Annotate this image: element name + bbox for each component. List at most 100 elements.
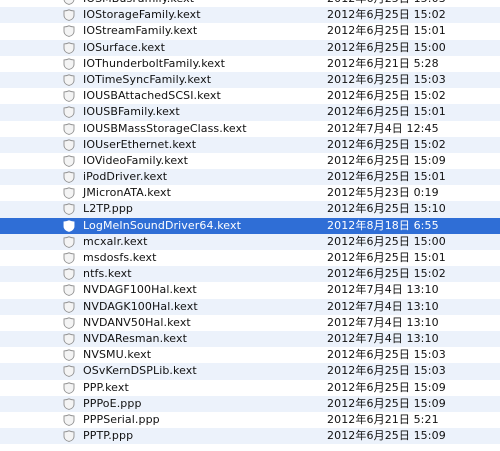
- file-name: IOUSBMassStorageClass.kext: [83, 121, 247, 135]
- file-name: IOTimeSyncFamily.kext: [83, 72, 212, 86]
- file-row[interactable]: JMicronATA.kext 2012年5月23日 0:19: [0, 185, 500, 201]
- file-row[interactable]: ntfs.kext 2012年6月25日 15:02: [0, 266, 500, 283]
- file-name: JMicronATA.kext: [83, 186, 172, 200]
- file-name: PPPSerial.ppp: [83, 412, 160, 426]
- file-name: IOUSBFamily.kext: [83, 105, 180, 119]
- kext-bundle-icon: [63, 155, 75, 167]
- file-date-modified: 2012年6月25日 15:01: [327, 105, 446, 119]
- file-row[interactable]: NVDANV50Hal.kext 2012年7月4日 13:10: [0, 315, 500, 331]
- kext-bundle-icon: [63, 58, 75, 70]
- file-row[interactable]: IOSMBusFamily.kext 2012年6月25日 15:03: [0, 0, 500, 7]
- kext-bundle-icon: [63, 430, 75, 442]
- file-date-modified: 2012年8月18日 6:55: [327, 218, 439, 232]
- file-row[interactable]: NVSMU.kext 2012年6月25日 15:03: [0, 347, 500, 363]
- file-date-modified: 2012年6月25日 15:03: [327, 72, 446, 86]
- file-row[interactable]: PPPoE.ppp 2012年6月25日 15:09: [0, 395, 500, 412]
- file-date-modified: 2012年6月25日 15:09: [327, 153, 446, 167]
- kext-bundle-icon: [63, 236, 75, 248]
- file-name: IOThunderboltFamily.kext: [83, 56, 225, 70]
- file-row[interactable]: PPP.kext 2012年6月25日 15:09: [0, 380, 500, 396]
- file-row[interactable]: NVDAGF100Hal.kext 2012年7月4日 13:10: [0, 282, 500, 298]
- kext-bundle-icon: [63, 203, 75, 216]
- file-row[interactable]: IOVideoFamily.kext 2012年6月25日 15:09: [0, 153, 500, 169]
- file-date-modified: 2012年6月25日 15:03: [327, 0, 446, 7]
- file-row[interactable]: mcxalr.kext 2012年6月25日 15:00: [0, 233, 500, 250]
- file-row[interactable]: IOStreamFamily.kext 2012年6月25日 15:01: [0, 23, 500, 39]
- kext-bundle-icon: [63, 333, 75, 345]
- file-date-modified: 2012年7月4日 13:10: [327, 315, 439, 329]
- file-name: LogMeInSoundDriver64.kext: [83, 218, 241, 232]
- file-date-modified: 2012年6月25日 15:09: [327, 380, 446, 394]
- file-row[interactable]: PPPSerial.ppp 2012年6月21日 5:21: [0, 412, 500, 428]
- file-row[interactable]: IOUSBAttachedSCSI.kext 2012年6月25日 15:02: [0, 88, 500, 104]
- file-date-modified: 2012年6月25日 15:00: [327, 40, 446, 54]
- kext-bundle-icon: [63, 300, 75, 313]
- file-date-modified: 2012年6月25日 15:01: [327, 170, 446, 184]
- file-name: PPTP.ppp: [83, 429, 134, 443]
- file-name: IOStorageFamily.kext: [83, 8, 201, 22]
- file-date-modified: 2012年7月4日 13:10: [327, 283, 439, 297]
- kext-bundle-icon: [63, 74, 75, 86]
- file-date-modified: 2012年6月25日 15:10: [327, 202, 446, 216]
- file-name: msdosfs.kext: [83, 251, 157, 264]
- kext-bundle-icon: [63, 414, 75, 426]
- file-date-modified: 2012年7月4日 13:10: [327, 331, 439, 345]
- file-date-modified: 2012年6月25日 15:00: [327, 234, 446, 248]
- kext-bundle-icon: [63, 9, 75, 22]
- file-name: mcxalr.kext: [83, 234, 148, 248]
- file-row[interactable]: L2TP.ppp 2012年6月25日 15:10: [0, 201, 500, 218]
- file-date-modified: 2012年6月25日 15:01: [327, 24, 446, 38]
- file-row[interactable]: OSvKernDSPLib.kext 2012年6月25日 15:03: [0, 363, 500, 380]
- file-date-modified: 2012年6月25日 15:02: [327, 137, 446, 151]
- file-row[interactable]: IOUserEthernet.kext 2012年6月25日 15:02: [0, 136, 500, 153]
- file-name: IOUserEthernet.kext: [83, 137, 197, 151]
- file-row[interactable]: msdosfs.kext 2012年6月25日 15:01: [0, 250, 500, 266]
- kext-bundle-icon: [63, 317, 75, 329]
- file-date-modified: 2012年6月21日 5:21: [327, 412, 439, 426]
- file-row[interactable]: IOStorageFamily.kext 2012年6月25日 15:02: [0, 7, 500, 24]
- kext-bundle-icon: [63, 381, 75, 394]
- file-name: NVSMU.kext: [83, 348, 152, 362]
- file-name: IOVideoFamily.kext: [83, 153, 189, 167]
- file-name: NVDAGF100Hal.kext: [83, 283, 197, 297]
- kext-bundle-icon: [63, 365, 75, 378]
- kext-bundle-icon: [63, 284, 75, 297]
- file-date-modified: 2012年6月25日 15:02: [327, 267, 446, 281]
- file-row[interactable]: IOTimeSyncFamily.kext 2012年6月25日 15:03: [0, 71, 500, 89]
- file-row[interactable]: PPTP.ppp 2012年6月25日 15:09: [0, 428, 500, 445]
- kext-bundle-icon: [63, 252, 75, 264]
- file-row[interactable]: IOUSBMassStorageClass.kext 2012年7月4日 12:4…: [0, 121, 500, 137]
- kext-bundle-icon: [63, 106, 75, 119]
- file-date-modified: 2012年6月25日 15:09: [327, 396, 446, 410]
- file-row[interactable]: LogMeInSoundDriver64.kext 2012年8月18日 6:55: [0, 217, 500, 234]
- file-date-modified: 2012年6月25日 15:01: [327, 251, 446, 264]
- file-row[interactable]: iPodDriver.kext 2012年6月25日 15:01: [0, 169, 500, 186]
- file-row[interactable]: NVDAResman.kext 2012年7月4日 13:10: [0, 330, 500, 348]
- file-name: NVDAResman.kext: [83, 331, 188, 345]
- file-name: iPodDriver.kext: [83, 170, 168, 184]
- kext-bundle-icon: [63, 0, 75, 5]
- kext-bundle-icon: [63, 219, 75, 232]
- kext-bundle-icon: [63, 41, 75, 54]
- kext-bundle-icon: [63, 349, 75, 361]
- file-row[interactable]: NVDAGK100Hal.kext 2012年7月4日 13:10: [0, 298, 500, 315]
- file-row[interactable]: IOThunderboltFamily.kext 2012年6月21日 5:28: [0, 56, 500, 72]
- file-name: NVDANV50Hal.kext: [83, 315, 191, 329]
- file-date-modified: 2012年7月4日 12:45: [327, 121, 439, 135]
- kext-bundle-icon: [63, 138, 75, 151]
- file-name: PPP.kext: [83, 380, 129, 394]
- file-date-modified: 2012年5月23日 0:19: [327, 186, 439, 200]
- kext-bundle-icon: [63, 268, 75, 281]
- file-name: L2TP.ppp: [83, 202, 134, 216]
- kext-bundle-icon: [63, 397, 75, 410]
- kext-bundle-icon: [63, 171, 75, 183]
- file-date-modified: 2012年6月25日 15:09: [327, 429, 446, 443]
- file-name: ntfs.kext: [83, 267, 132, 281]
- file-date-modified: 2012年6月25日 15:02: [327, 8, 446, 22]
- file-date-modified: 2012年6月25日 15:02: [327, 89, 446, 103]
- kext-bundle-icon: [63, 25, 75, 38]
- file-row[interactable]: IOUSBFamily.kext 2012年6月25日 15:01: [0, 104, 500, 121]
- file-name: PPPoE.ppp: [83, 396, 142, 410]
- file-list-rows: IOSMBusFamily.kext2012年6月25日 15:03IOStor…: [0, 0, 500, 445]
- file-row[interactable]: IOSurface.kext 2012年6月25日 15:00: [0, 39, 500, 56]
